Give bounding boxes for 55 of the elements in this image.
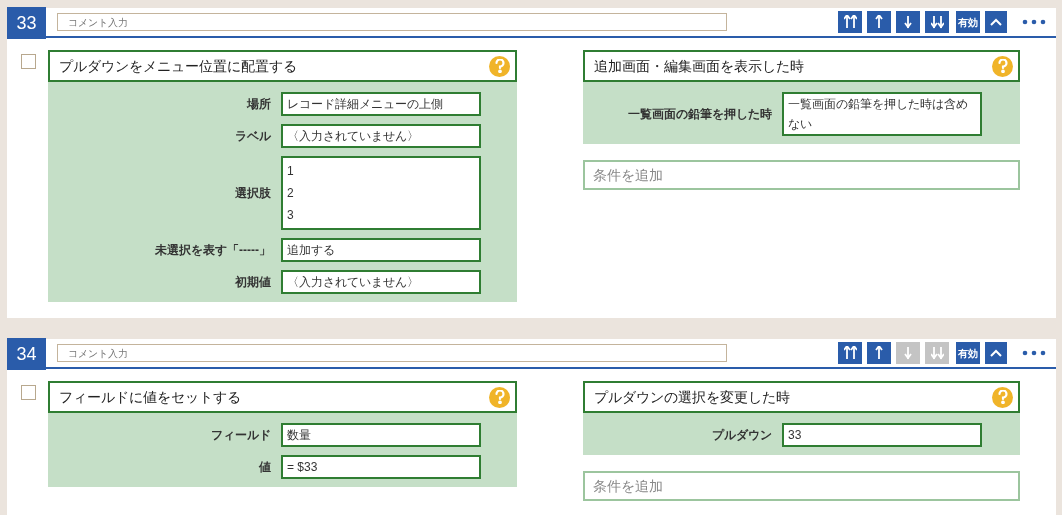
enable-button[interactable]: 有効 [956,11,980,33]
double-arrow-icon [843,346,857,360]
field-label: 場所 [245,96,272,113]
rule-number: 34 [7,338,46,370]
panel-title: プルダウンをメニュー位置に配置する [59,56,297,76]
enable-button[interactable]: 有効 [956,342,980,364]
field-label: 初期値 [234,274,272,291]
collapse-button[interactable] [985,342,1007,364]
move-button[interactable] [867,11,891,33]
move-button[interactable] [838,11,862,33]
double-arrow-icon [930,346,944,360]
double-arrow-icon [930,15,944,29]
panel-title: フィールドに値をセットする [59,387,241,407]
field-label: 未選択を表す「-----」 [154,242,272,259]
rule-checkbox[interactable] [21,385,36,400]
option-text: 1 [287,163,295,180]
field-label: 一覧画面の鉛筆を押した時 [627,106,773,123]
field-label: ラベル [234,128,272,145]
field-label: プルダウン [711,427,773,444]
value-field[interactable]: 33 [782,423,982,447]
field-label: 値 [258,459,272,476]
options-field[interactable]: 1 2 3 [281,156,481,230]
arrow-icon [901,15,915,29]
panel-title: 追加画面・編集画面を表示した時 [594,56,804,76]
option-text: 2 [287,185,295,202]
value-field[interactable]: 〈入力されていません〉 [281,124,481,148]
caret-up-icon [990,349,1002,357]
double-arrow-icon [843,15,857,29]
comment-field[interactable]: コメント入力 [57,344,727,362]
more-icon[interactable] [1022,350,1046,356]
value-field[interactable]: 追加する [281,238,481,262]
value-field[interactable]: 一覧画面の鉛筆を押した時は含めない [782,92,982,136]
collapse-button[interactable] [985,11,1007,33]
arrow-icon [901,346,915,360]
more-icon[interactable] [1022,19,1046,25]
arrow-icon [872,15,886,29]
value-field[interactable]: = $33 [281,455,481,479]
comment-field[interactable]: コメント入力 [57,13,727,31]
value-field[interactable]: 数量 [281,423,481,447]
move-button[interactable] [925,11,949,33]
add-condition-field[interactable]: 条件を追加 [583,160,1020,190]
add-condition-field[interactable]: 条件を追加 [583,471,1020,501]
field-label: フィールド [210,427,272,444]
move-button[interactable] [838,342,862,364]
move-button[interactable] [896,11,920,33]
rule-number: 33 [7,7,46,39]
caret-up-icon [990,18,1002,26]
value-field[interactable]: レコード詳細メニューの上側 [281,92,481,116]
option-text: 3 [287,207,295,224]
arrow-icon [872,346,886,360]
move-button[interactable] [867,342,891,364]
panel-title: プルダウンの選択を変更した時 [594,387,790,407]
rule-checkbox[interactable] [21,54,36,69]
value-field[interactable]: 〈入力されていません〉 [281,270,481,294]
field-label: 選択肢 [234,185,272,202]
